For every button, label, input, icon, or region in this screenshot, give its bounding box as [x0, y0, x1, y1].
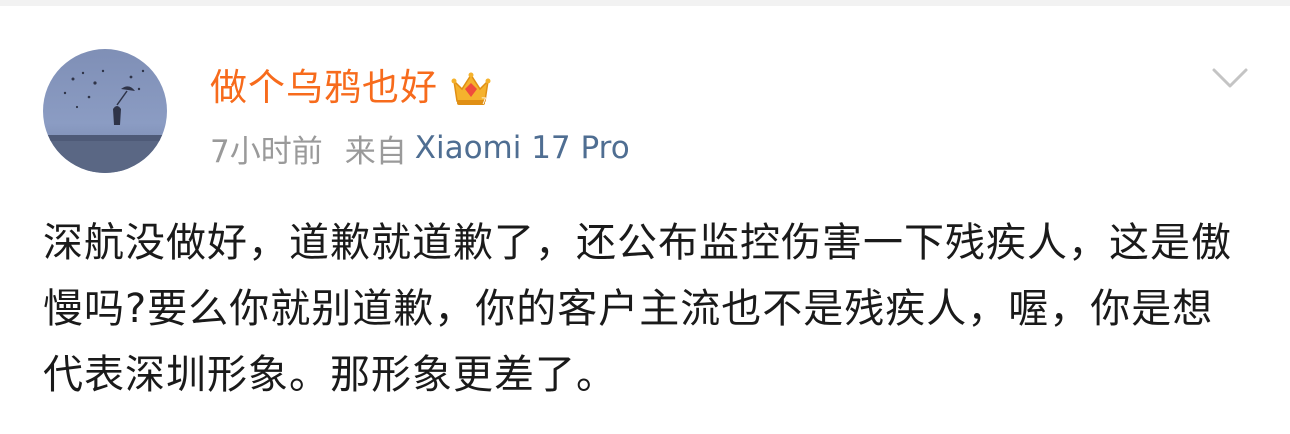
post-meta: 7小时前 来自 Xiaomi 17 Pro [210, 124, 630, 172]
source-prefix: 来自 [344, 133, 407, 170]
crown-icon[interactable]: 7 [450, 67, 492, 109]
post-text: 深航没做好，道歉就道歉了，还公布监控伤害一下残疾人，这是傲慢吗?要么你就别道歉，… [43, 220, 1232, 398]
author-row: 做个乌鸦也好 7 [210, 60, 492, 116]
avatar[interactable] [43, 49, 167, 173]
svg-text:7: 7 [481, 97, 487, 107]
top-divider [0, 0, 1290, 6]
post-time: 7小时前 [210, 133, 323, 170]
username[interactable]: 做个乌鸦也好 [210, 60, 438, 116]
source-device-link[interactable]: Xiaomi 17 Pro [415, 130, 630, 166]
avatar-image [43, 49, 167, 173]
chevron-down-icon[interactable] [1208, 60, 1252, 96]
